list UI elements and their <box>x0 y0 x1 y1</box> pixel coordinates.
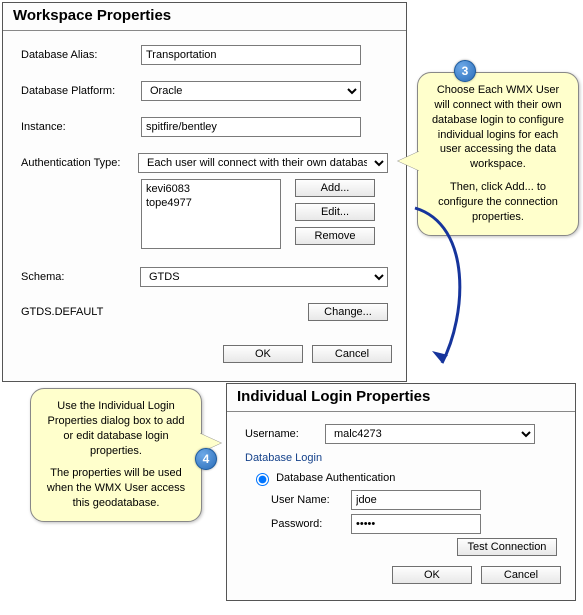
workspace-properties-dialog: Workspace Properties Database Alias: Dat… <box>2 2 407 382</box>
auth-type-select[interactable]: Each user will connect with their own da… <box>138 153 388 173</box>
gtds-default-label: GTDS.DEFAULT <box>21 306 308 318</box>
label-username: Username: <box>245 428 325 440</box>
user-listbox[interactable]: kevi6083 tope4977 <box>141 179 281 249</box>
remove-button[interactable]: Remove <box>295 227 375 245</box>
individual-ok-button[interactable]: OK <box>392 566 472 584</box>
label-password: Password: <box>271 518 351 530</box>
database-platform-select[interactable]: Oracle <box>141 81 361 101</box>
username-select[interactable]: malc4273 <box>325 424 535 444</box>
callout-text: The properties will be used when the WMX… <box>43 466 189 511</box>
individual-title: Individual Login Properties <box>227 384 575 412</box>
add-button[interactable]: Add... <box>295 179 375 197</box>
label-schema: Schema: <box>21 271 140 283</box>
label-database-platform: Database Platform: <box>21 85 141 97</box>
instance-input[interactable] <box>141 117 361 137</box>
db-auth-radio[interactable] <box>256 473 269 486</box>
list-item[interactable]: tope4977 <box>146 196 276 210</box>
user-name-input[interactable] <box>351 490 481 510</box>
schema-select[interactable]: GTDS <box>140 267 388 287</box>
workspace-ok-button[interactable]: OK <box>223 345 303 363</box>
edit-button[interactable]: Edit... <box>295 203 375 221</box>
group-db-login-label: Database Login <box>245 452 557 464</box>
workspace-cancel-button[interactable]: Cancel <box>312 345 392 363</box>
label-auth-type: Authentication Type: <box>21 157 138 169</box>
label-instance: Instance: <box>21 121 141 133</box>
individual-cancel-button[interactable]: Cancel <box>481 566 561 584</box>
change-button[interactable]: Change... <box>308 303 388 321</box>
callout-text: Choose Each WMX User will connect with t… <box>430 83 566 172</box>
callout-text: Use the Individual Login Properties dial… <box>43 399 189 458</box>
step-badge-3: 3 <box>454 60 476 82</box>
db-auth-radio-label[interactable]: Database Authentication <box>251 472 395 484</box>
label-user-name: User Name: <box>271 494 351 506</box>
help-callout-3: Choose Each WMX User will connect with t… <box>417 72 579 236</box>
workspace-title: Workspace Properties <box>3 3 406 31</box>
password-input[interactable] <box>351 514 481 534</box>
help-callout-4: Use the Individual Login Properties dial… <box>30 388 202 522</box>
individual-login-dialog: Individual Login Properties Username: ma… <box>226 383 576 601</box>
label-database-alias: Database Alias: <box>21 49 141 61</box>
callout-text: Then, click Add... to configure the conn… <box>430 180 566 225</box>
list-item[interactable]: kevi6083 <box>146 182 276 196</box>
database-alias-input[interactable] <box>141 45 361 65</box>
step-badge-4: 4 <box>195 448 217 470</box>
test-connection-button[interactable]: Test Connection <box>457 538 557 556</box>
